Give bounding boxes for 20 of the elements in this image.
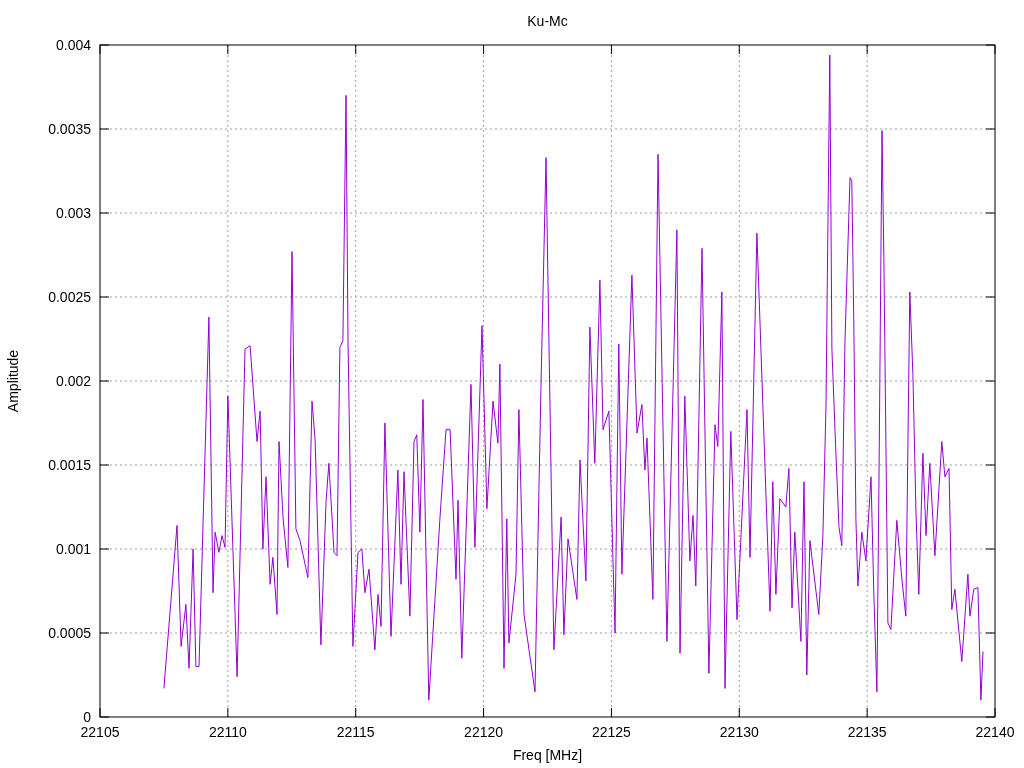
y-tick-label: 0.002 [55,373,91,389]
x-tick-label: 22120 [464,724,504,740]
x-tick-label: 22125 [591,724,631,740]
x-tick-label: 22140 [975,724,1015,740]
x-tick-label: 22130 [719,724,759,740]
x-tick-label: 22115 [336,724,375,740]
y-tick-label: 0.0005 [48,625,91,641]
y-tick-label: 0.001 [55,541,91,557]
y-tick-label: 0.0035 [48,121,91,137]
x-tick-label: 22110 [208,724,247,740]
y-tick-label: 0 [83,709,91,725]
y-tick-label: 0.0025 [48,289,91,305]
chart-title: Ku-Mc [527,13,568,29]
x-axis-title: Freq [MHz] [512,747,583,763]
x-tick-label: 22105 [80,724,120,740]
y-tick-label: 0.0015 [48,457,91,473]
y-tick-label: 0.004 [55,37,91,53]
y-axis-title: Amplitude [5,349,21,413]
x-tick-label: 22135 [847,724,887,740]
y-tick-label: 0.003 [55,205,91,221]
